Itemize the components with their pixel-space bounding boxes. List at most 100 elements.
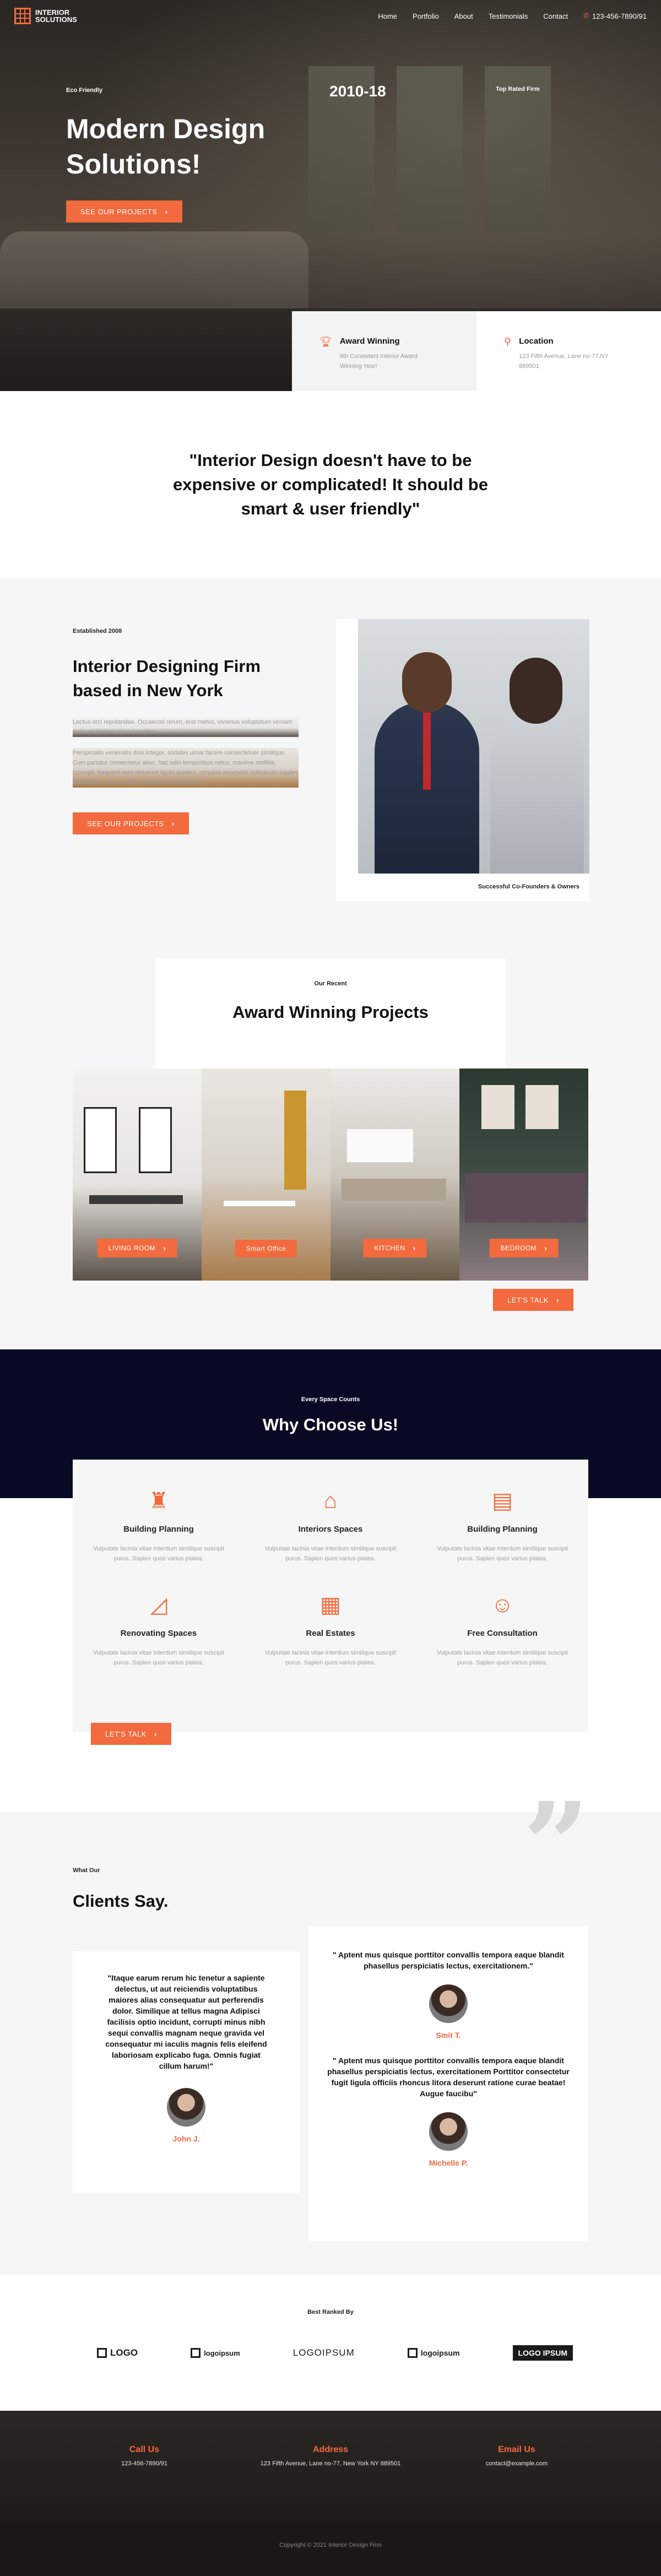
partners-small-label: Best Ranked By <box>307 2309 354 2315</box>
avatar <box>429 2112 468 2151</box>
partner-logos: LOGO logoipsum LOGOIPSUM logoipsum LOGO … <box>97 2345 573 2361</box>
why-title: Why Choose Us! <box>262 1415 399 1434</box>
feature-building-planning-2: ▤ Building Planning Vulputate lacinia vi… <box>416 1487 588 1564</box>
hero-section: INTERIOR SOLUTIONS Home Portfolio About … <box>0 0 661 391</box>
smart-office-button[interactable]: Smart Office <box>235 1240 297 1257</box>
tower-crane-icon: ♜ <box>149 1489 169 1513</box>
kitchen-button[interactable]: KITCHEN › <box>363 1239 427 1257</box>
location-card-title: Location <box>519 337 554 346</box>
chevron-right-icon: › <box>154 1729 158 1738</box>
projects-lets-talk-button[interactable]: LET'S TALK › <box>493 1289 574 1311</box>
lets-talk-label: LET'S TALK <box>507 1295 549 1304</box>
award-card-text: 8th Consistent Interior Award Winning Ye… <box>339 353 418 370</box>
feature-building-planning: ♜ Building Planning Vulputate lacinia vi… <box>73 1487 245 1564</box>
why-lets-talk-button[interactable]: LET'S TALK › <box>91 1723 172 1745</box>
rooms-icon: ⌂ <box>323 1489 338 1513</box>
partner-logo: logoipsum <box>191 2348 240 2358</box>
hero-window <box>397 66 463 231</box>
partner-logo: logoipsum <box>407 2348 460 2358</box>
project-smart-office[interactable]: Smart Office <box>202 1069 330 1281</box>
feature-title: Building Planning <box>123 1525 194 1534</box>
chevron-right-icon: › <box>163 1244 166 1252</box>
partner-logo: LOGO <box>97 2347 138 2358</box>
bedroom-button[interactable]: BEDROOM › <box>489 1239 559 1257</box>
footer-email-link[interactable]: contact@example.com <box>445 2459 588 2468</box>
consultant-icon: ☺ <box>491 1593 514 1617</box>
feature-title: Free Consultation <box>467 1629 538 1638</box>
hero-years: 2010-18 <box>329 83 386 100</box>
footer-address-text: 123 Fifth Avenue, Lane no-77, New York N… <box>260 2460 401 2467</box>
clients-small-label: What Our <box>73 1867 100 1874</box>
nav-phone[interactable]: ✆ 123-456-7890/91 <box>583 12 647 20</box>
feature-title: Renovating Spaces <box>120 1629 197 1638</box>
feature-real-estates: ▦ Real Estates Vulputate lacinia vitae i… <box>245 1591 416 1668</box>
project-kitchen[interactable]: KITCHEN › <box>330 1069 459 1281</box>
top-navbar: INTERIOR SOLUTIONS Home Portfolio About … <box>0 0 661 32</box>
feature-title: Interiors Spaces <box>298 1525 363 1534</box>
testimonial-text: " Aptent mus quisque porttitor convallis… <box>327 2056 570 2098</box>
about-paragraph-1: Lectus orci reputandae. Occaecati rerum,… <box>73 717 299 737</box>
testimonial-author: Michelle P. <box>429 2159 468 2167</box>
partner-logo: LOGO IPSUM <box>512 2345 573 2361</box>
nav-about[interactable]: About <box>454 12 473 20</box>
award-card: 🏆︎ Award Winning 8th Consistent Interior… <box>292 311 476 391</box>
testimonial-author: John J. <box>172 2134 200 2143</box>
avatar <box>429 1984 468 2023</box>
hero-rated-label: Top Rated Firm <box>496 86 540 93</box>
building-icon: ▦ <box>320 1593 341 1617</box>
see-projects-button[interactable]: SEE OUR PROJECTS › <box>66 200 182 223</box>
why-features-box: ♜ Building Planning Vulputate lacinia vi… <box>73 1460 588 1732</box>
partner-logo: LOGOIPSUM <box>292 2347 355 2358</box>
project-bedroom[interactable]: BEDROOM › <box>459 1069 588 1281</box>
award-card-title: Award Winning <box>339 337 400 346</box>
feature-text: Vulputate lacinia vitae interdum similiq… <box>93 1545 225 1562</box>
testimonials-section: ” What Our Clients Say. "Itaque earum re… <box>0 1787 661 2275</box>
testimonial-card: "Itaque earum rerum hic tenetur a sapien… <box>73 1951 300 2193</box>
living-room-label: LIVING ROOM <box>108 1244 156 1252</box>
feature-text: Vulputate lacinia vitae interdum similiq… <box>264 1545 397 1562</box>
phone-icon: ✆ <box>583 12 589 20</box>
feature-renovating-spaces: ◿ Renovating Spaces Vulputate lacinia vi… <box>73 1591 245 1668</box>
about-section: Established 2008 Interior Designing Firm… <box>0 578 661 958</box>
site-logo[interactable]: INTERIOR SOLUTIONS <box>14 8 77 24</box>
why-small-label: Every Space Counts <box>301 1396 360 1403</box>
projects-header: Our Recent Award Winning Projects <box>155 958 506 1069</box>
hero-info-cards: 🏆︎ Award Winning 8th Consistent Interior… <box>292 311 661 391</box>
feature-title: Building Planning <box>467 1525 538 1534</box>
feature-text: Vulputate lacinia vitae interdum similiq… <box>436 1650 568 1666</box>
bedroom-label: BEDROOM <box>500 1244 537 1252</box>
footer-email: Email Us contact@example.com <box>445 2445 588 2468</box>
projects-small-label: Our Recent <box>314 980 347 987</box>
why-features-grid: ♜ Building Planning Vulputate lacinia vi… <box>73 1460 588 1668</box>
logo-grid-icon <box>14 8 31 24</box>
nav-portfolio[interactable]: Portfolio <box>413 12 439 20</box>
footer-columns: Call Us 123-456-7890/91 Address 123 Fift… <box>73 2445 588 2468</box>
set-square-icon: ◿ <box>150 1593 167 1617</box>
feature-text: Vulputate lacinia vitae interdum similiq… <box>436 1545 568 1562</box>
hero-title: Modern Design Solutions! <box>66 113 266 180</box>
footer-phone[interactable]: 123-456-7890/91 <box>73 2459 216 2468</box>
quote-text: "Interior Design doesn't have to be expe… <box>173 451 488 518</box>
nav-contact[interactable]: Contact <box>543 12 568 20</box>
projects-title: Award Winning Projects <box>232 1002 429 1022</box>
about-button-label: SEE OUR PROJECTS <box>87 819 164 828</box>
nav-testimonials[interactable]: Testimonials <box>489 12 528 20</box>
logo-text: INTERIOR SOLUTIONS <box>35 8 77 24</box>
about-paragraph-2: Perspiciatis venenatis duis integer, sod… <box>73 748 299 788</box>
footer-col-title: Email Us <box>498 2445 535 2454</box>
nav-home[interactable]: Home <box>378 12 397 20</box>
chevron-right-icon: › <box>544 1244 548 1252</box>
testimonial-card: " Aptent mus quisque porttitor convallis… <box>308 1926 588 2241</box>
partners-section: Best Ranked By LOGO logoipsum LOGOIPSUM … <box>0 2275 661 2411</box>
location-card: ⚲ Location 123 Fifth Avenue, Lane no-77,… <box>476 311 661 391</box>
feature-text: Vulputate lacinia vitae interdum similiq… <box>264 1650 397 1666</box>
project-living-room[interactable]: LIVING ROOM › <box>73 1069 202 1281</box>
nav-menu: Home Portfolio About Testimonials Contac… <box>378 12 647 20</box>
about-see-projects-button[interactable]: SEE OUR PROJECTS › <box>73 812 189 834</box>
feature-text: Vulputate lacinia vitae interdum similiq… <box>93 1650 225 1666</box>
see-projects-label: SEE OUR PROJECTS <box>80 207 158 216</box>
footer-address: Address 123 Fifth Avenue, Lane no-77, Ne… <box>259 2445 402 2468</box>
blueprint-icon: ▤ <box>492 1489 513 1513</box>
chevron-right-icon: › <box>171 819 175 828</box>
living-room-button[interactable]: LIVING ROOM › <box>97 1239 177 1257</box>
